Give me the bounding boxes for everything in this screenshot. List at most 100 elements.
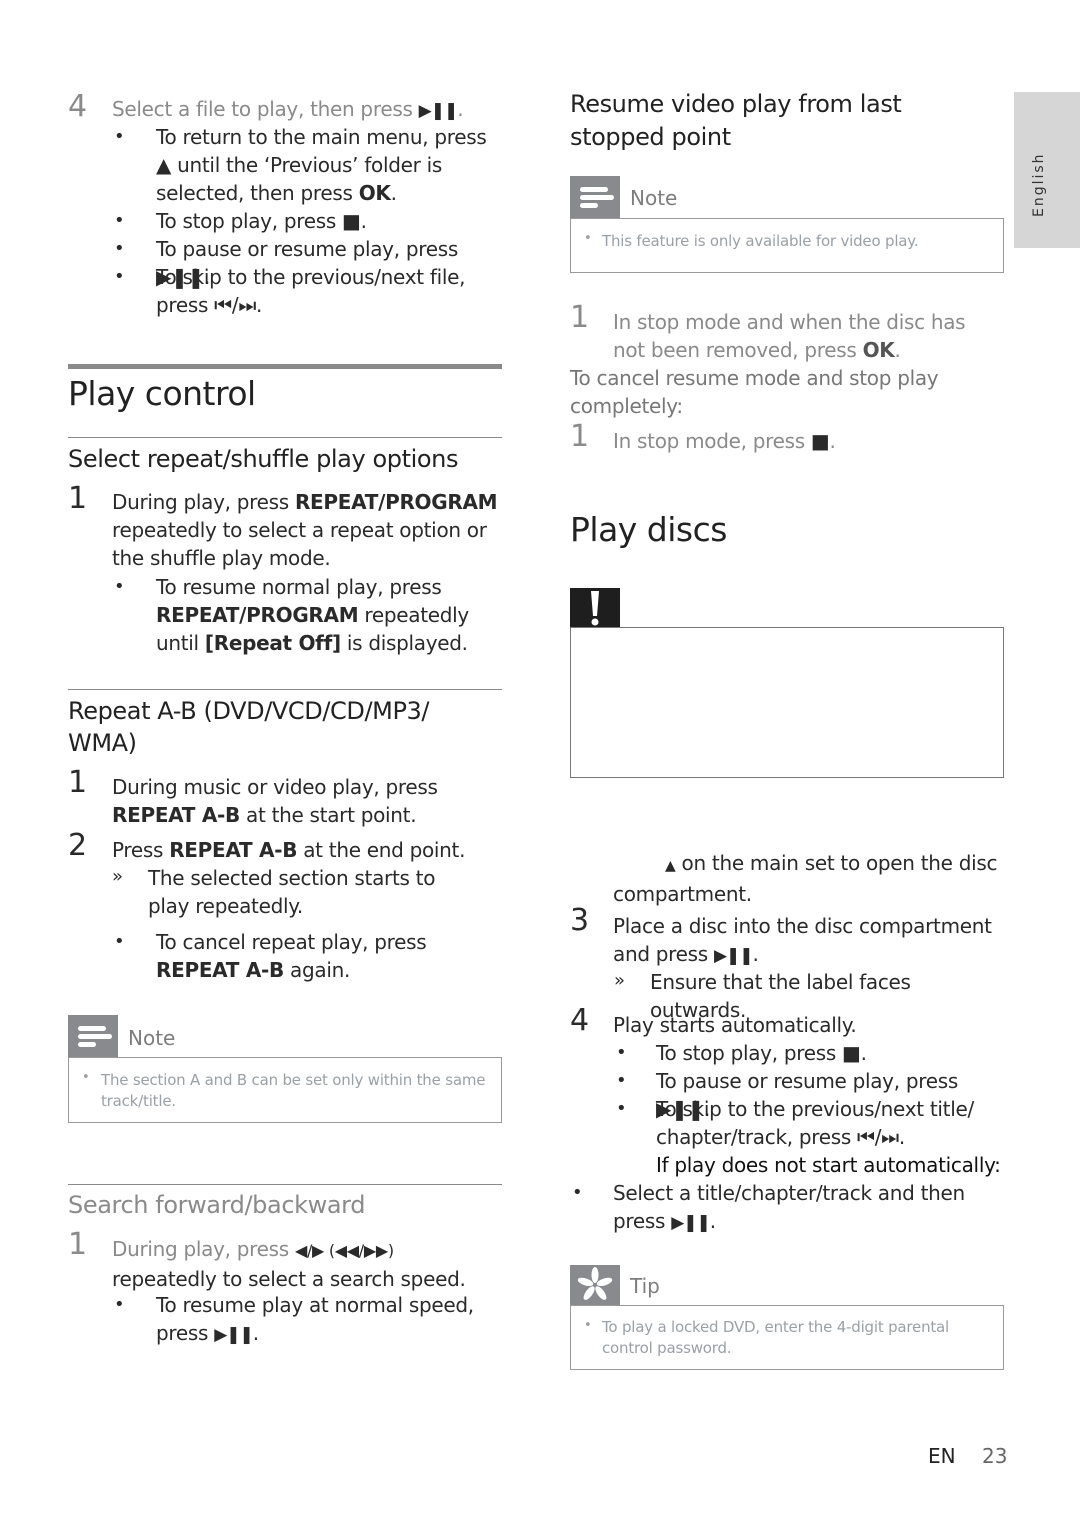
- step-number: 3: [570, 903, 590, 938]
- step-label: In stop mode and when the disc has not b…: [613, 310, 966, 362]
- step-number: 4: [570, 1003, 590, 1038]
- step-label: Press: [112, 838, 164, 862]
- step-text: Place a disc into the disc compartment a…: [613, 912, 1005, 970]
- step-text: Select a file to play, then press ▶❚❚.: [112, 95, 512, 125]
- step-label: Place a disc into the disc compartment a…: [613, 914, 992, 966]
- step-label: In stop mode, press: [613, 429, 805, 453]
- subsection-divider: [68, 437, 502, 438]
- bullet-text: Select a title/chapter/track and then pr…: [613, 1179, 1005, 1237]
- cancel-resume-heading: To cancel resume mode and stop play comp…: [570, 366, 939, 418]
- ok-key-label: OK: [862, 338, 895, 362]
- step-number: 2: [68, 828, 88, 863]
- bullet-label: To return to the main menu, press ▲ unti…: [156, 125, 487, 205]
- step-text: Press REPEAT A-B at the end point.: [112, 836, 504, 864]
- bullet-text: To stop play, press ■.: [156, 209, 367, 233]
- bullet-icon: •: [114, 266, 125, 287]
- step-label: During play, press: [112, 490, 289, 514]
- note-label: Note: [630, 186, 678, 210]
- bullet-text: To skip to the previous/next title/ chap…: [656, 1097, 974, 1149]
- section-divider: [68, 364, 502, 369]
- step-label: During play, press: [112, 1237, 289, 1261]
- asterisk-icon: [577, 1267, 613, 1300]
- bullet-icon: •: [114, 576, 125, 597]
- step-label: at the end point.: [303, 838, 466, 862]
- punct: .: [390, 181, 397, 205]
- bullet-label: To cancel repeat play, press: [156, 930, 427, 954]
- bullet-icon: •: [616, 1042, 627, 1063]
- exclamation-icon: [591, 591, 599, 626]
- tip-text: To play a locked DVD, enter the 4-digit …: [602, 1318, 950, 1357]
- tip-icon: [570, 1265, 620, 1305]
- bullet-icon: •: [114, 1294, 125, 1315]
- play-pause-icon: ▶❚❚: [418, 101, 459, 121]
- step-number: 1: [570, 300, 590, 335]
- punct: .: [709, 1209, 716, 1233]
- section-title-play-control: Play control: [68, 374, 256, 413]
- search-rewind-forward-icon: ◀/▶ (◀◀/▶▶): [294, 1241, 394, 1260]
- lines-icon: [78, 1026, 112, 1047]
- language-tab-label: English: [1031, 152, 1047, 217]
- lines-icon: [580, 187, 614, 208]
- step-text: In stop mode, press ■.: [613, 427, 1003, 455]
- punct: .: [752, 942, 759, 966]
- key-label: REPEAT A-B: [112, 803, 240, 827]
- note-label: Note: [128, 1026, 176, 1050]
- step-text: During play, press REPEAT/PROGRAM repeat…: [112, 488, 504, 572]
- step-number: 1: [68, 765, 88, 800]
- caution-icon: [570, 588, 620, 628]
- result-marker: »: [614, 970, 626, 991]
- if-not-heading: If play does not start automatically:: [656, 1153, 1001, 1177]
- footer-language: EN: [928, 1444, 956, 1468]
- caution-box: [570, 627, 1004, 778]
- note-text: This feature is only available for video…: [602, 232, 919, 250]
- step-number: 1: [570, 419, 590, 454]
- step-label: Select a file to play, then press: [112, 97, 413, 121]
- bullet-icon: •: [114, 931, 125, 952]
- key-label: REPEAT/PROGRAM: [156, 603, 359, 627]
- bullet-icon: •: [114, 210, 125, 231]
- bullet-label: To resume play at normal speed, press: [156, 1293, 474, 1345]
- subsection-divider: [68, 689, 502, 690]
- play-pause-icon: ▶❚❚: [214, 1325, 254, 1345]
- play-pause-icon: ▶❚❚: [671, 1213, 711, 1233]
- bullet-icon: •: [616, 1070, 627, 1091]
- note-icon: [570, 176, 620, 218]
- bullet-text: To resume play at normal speed, press ▶❚…: [156, 1291, 506, 1349]
- punct: .: [829, 429, 836, 453]
- tip-label: Tip: [630, 1274, 660, 1298]
- note-text: The section A and B can be set only with…: [101, 1071, 486, 1110]
- step-label: repeatedly to select a search speed.: [112, 1267, 466, 1291]
- bullet-label: again.: [290, 958, 351, 982]
- step-label: at the start point.: [246, 803, 417, 827]
- step-label: During music or video play, press: [112, 775, 438, 799]
- bullet-icon: •: [82, 1070, 90, 1085]
- subsection-title-repeat-ab: Repeat A-B (DVD/VCD/CD/MP3/ WMA): [68, 697, 430, 757]
- bullet-text: To return to the main menu, press ▲ unti…: [156, 123, 506, 207]
- step-label: repeatedly to select a repeat option or …: [112, 518, 487, 570]
- bullet-text: To stop play, press ■.: [656, 1041, 867, 1065]
- step-text: During play, press ◀/▶ (◀◀/▶▶) repeatedl…: [112, 1235, 504, 1293]
- stop-icon: ■: [810, 429, 830, 453]
- bullet-label: To resume normal play, press: [156, 575, 442, 599]
- bullet-text: To resume normal play, press REPEAT/PROG…: [156, 573, 502, 657]
- display-label: [Repeat Off]: [204, 631, 341, 655]
- subsection-title-repeat-shuffle: Select repeat/shuffle play options: [68, 445, 459, 473]
- bullet-icon: •: [584, 231, 592, 246]
- note-icon: [68, 1015, 118, 1057]
- step-text: In stop mode and when the disc has not b…: [613, 308, 1003, 364]
- step-text: During music or video play, press REPEAT…: [112, 773, 504, 829]
- step-number: 1: [68, 1227, 88, 1262]
- ok-key-label: OK: [358, 181, 391, 205]
- language-tab: English: [1014, 92, 1080, 248]
- result-text: The selected section starts to play repe…: [148, 866, 436, 918]
- page-number: 23: [982, 1444, 1008, 1468]
- bullet-icon: •: [114, 126, 125, 147]
- step-text: ▲ on the main set to open the disc compa…: [613, 849, 1003, 908]
- step-number: 4: [68, 89, 88, 124]
- subsection-title-resume: Resume video play from last stopped poin…: [570, 90, 902, 151]
- step-text: Play starts automatically.: [613, 1013, 857, 1037]
- punct: .: [252, 1321, 259, 1345]
- step-number: 1: [68, 481, 88, 516]
- subsection-title-search: Search forward/backward: [68, 1191, 366, 1219]
- play-pause-icon: ▶❚❚: [713, 946, 754, 966]
